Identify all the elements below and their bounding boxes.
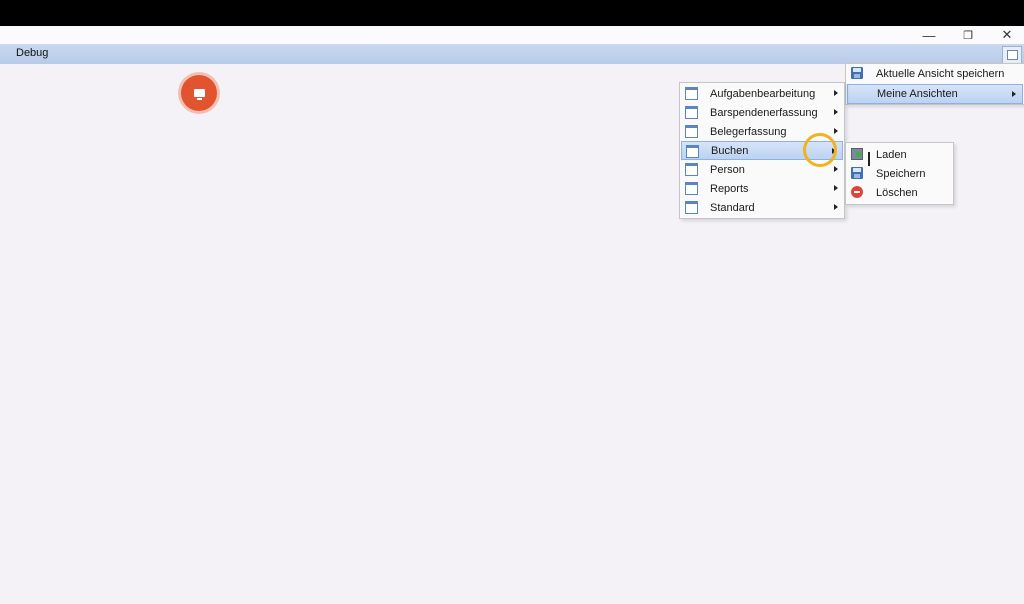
buchen-menu: Laden Speichern Löschen (845, 142, 954, 205)
window-icon (685, 125, 698, 138)
close-button[interactable]: ✕ (990, 26, 1024, 44)
menu-item-label: Löschen (876, 186, 918, 199)
window-icon (685, 87, 698, 100)
views-menu-icon[interactable] (1002, 46, 1022, 64)
delete-icon (851, 186, 863, 198)
window-icon (686, 145, 699, 158)
chevron-right-icon (834, 90, 838, 96)
chevron-right-icon (834, 109, 838, 115)
menu-item-loeschen[interactable]: Löschen (846, 183, 953, 202)
minimize-button[interactable]: — (912, 26, 946, 44)
chevron-right-icon (834, 185, 838, 191)
chevron-right-icon (1012, 91, 1016, 97)
menu-item-label: Laden (876, 148, 907, 161)
menu-item-save-current-view[interactable]: Aktuelle Ansicht speichern (846, 64, 1024, 84)
menu-item-barspendenerfassung[interactable]: Barspendenerfassung (680, 103, 844, 122)
mouse-cursor-icon (868, 152, 876, 166)
menu-item-reports[interactable]: Reports (680, 179, 844, 198)
chevron-right-icon (834, 204, 838, 210)
views-menu: Aktuelle Ansicht speichern Meine Ansicht… (845, 63, 1024, 105)
menu-item-speichern[interactable]: Speichern (846, 164, 953, 183)
menu-bar: Debug (0, 44, 1024, 64)
window-icon (685, 106, 698, 119)
menu-item-label: Reports (710, 182, 749, 195)
menu-item-aufgabenbearbeitung[interactable]: Aufgabenbearbeitung (680, 84, 844, 103)
menu-item-label: Standard (710, 201, 755, 214)
menu-item-my-views[interactable]: Meine Ansichten (847, 84, 1023, 104)
menu-item-standard[interactable]: Standard (680, 198, 844, 217)
save-icon (851, 67, 863, 79)
window-icon (685, 182, 698, 195)
window-icon (685, 201, 698, 214)
restore-icon: ❐ (963, 29, 973, 42)
menu-debug[interactable]: Debug (8, 47, 56, 59)
menu-item-label: Person (710, 163, 745, 176)
monitor-icon (193, 89, 205, 100)
close-icon: ✕ (1001, 27, 1013, 42)
minimize-icon: — (922, 27, 936, 43)
menu-item-label: Aktuelle Ansicht speichern (876, 68, 1005, 80)
title-bar: — ❐ ✕ (0, 26, 1024, 44)
menu-item-laden[interactable]: Laden (846, 145, 953, 164)
restore-button[interactable]: ❐ (951, 26, 985, 44)
window-icon (685, 163, 698, 176)
recording-indicator[interactable] (181, 75, 217, 111)
menu-item-label: Buchen (711, 144, 749, 157)
menu-item-label: Barspendenerfassung (710, 106, 818, 119)
chevron-right-icon (834, 128, 838, 134)
load-icon (851, 148, 863, 160)
application-window: — ❐ ✕ Debug Aktuelle Ansicht speichern M… (0, 26, 1024, 604)
menu-item-label: Speichern (876, 167, 926, 180)
chevron-right-icon (834, 166, 838, 172)
menu-item-label: Belegerfassung (710, 125, 787, 138)
menu-item-label: Meine Ansichten (877, 88, 958, 100)
cursor-highlight-ring (803, 133, 837, 167)
menu-item-label: Aufgabenbearbeitung (710, 87, 816, 100)
save-icon (851, 167, 863, 179)
